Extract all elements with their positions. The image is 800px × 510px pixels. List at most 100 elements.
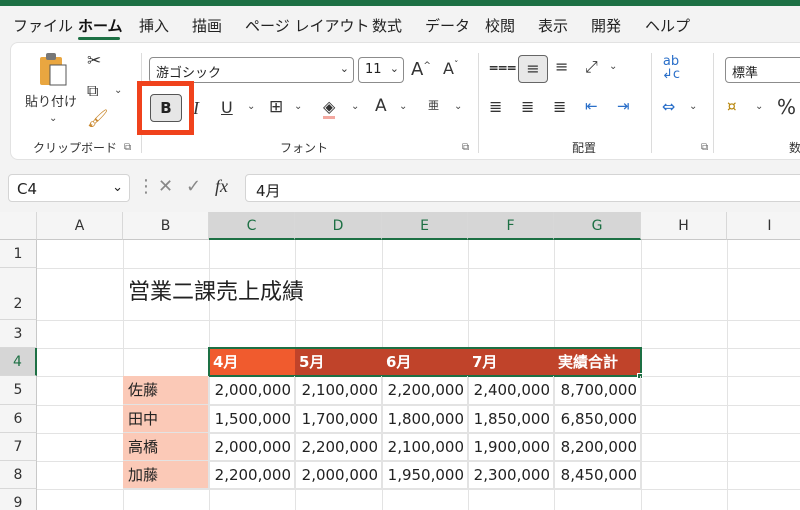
- value-cell[interactable]: 1,900,000: [468, 433, 554, 461]
- sheet-title-cell[interactable]: 営業二課売上成績: [128, 274, 304, 306]
- column-header[interactable]: G: [554, 212, 641, 240]
- name-cell[interactable]: 高橋: [123, 433, 209, 461]
- value-cell[interactable]: 2,000,000: [209, 433, 295, 461]
- row-header[interactable]: 6: [0, 405, 37, 433]
- column-header[interactable]: H: [641, 212, 727, 240]
- tab-page-layout[interactable]: ページ レイアウト: [245, 15, 369, 36]
- row-header[interactable]: 2: [0, 268, 37, 320]
- tab-draw[interactable]: 描画: [192, 15, 222, 36]
- tab-developer[interactable]: 開発: [591, 15, 621, 36]
- number-format-select[interactable]: 標準: [725, 57, 800, 83]
- formula-input[interactable]: 4月: [245, 174, 800, 202]
- value-cell[interactable]: 2,100,000: [382, 433, 468, 461]
- tab-file[interactable]: ファイル: [13, 15, 73, 36]
- column-header[interactable]: D: [295, 212, 382, 240]
- font-color-button[interactable]: A: [375, 96, 387, 116]
- chevron-down-icon[interactable]: ⌄: [755, 101, 763, 112]
- chevron-down-icon[interactable]: ⌄: [351, 101, 359, 112]
- wrap-text-icon[interactable]: ab ↲c: [662, 55, 680, 81]
- value-cell[interactable]: 1,950,000: [382, 461, 468, 489]
- row-header[interactable]: 5: [0, 376, 37, 405]
- chevron-down-icon[interactable]: ⌄: [399, 101, 407, 112]
- decrease-font-size-icon[interactable]: Aˇ: [443, 59, 458, 78]
- chevron-down-icon[interactable]: ⌄: [689, 101, 697, 112]
- cancel-icon[interactable]: ✕: [158, 176, 173, 197]
- value-cell[interactable]: 2,300,000: [468, 461, 554, 489]
- chevron-down-icon[interactable]: ⌄: [114, 85, 122, 96]
- row-header[interactable]: 9: [0, 489, 37, 510]
- font-size-select[interactable]: 11 ⌄: [358, 57, 404, 83]
- tab-review[interactable]: 校閲: [485, 15, 515, 36]
- value-cell[interactable]: 1,700,000: [295, 405, 382, 433]
- name-cell[interactable]: 加藤: [123, 461, 209, 489]
- chevron-down-icon[interactable]: ⌄: [49, 113, 57, 124]
- value-cell[interactable]: 6,850,000: [554, 405, 641, 433]
- chevron-down-icon[interactable]: ⌄: [112, 180, 123, 195]
- tab-help[interactable]: ヘルプ: [645, 15, 690, 36]
- row-header[interactable]: 4: [0, 348, 37, 376]
- tab-insert[interactable]: 挿入: [139, 15, 169, 36]
- paste-label[interactable]: 貼り付け: [25, 91, 77, 110]
- underline-button[interactable]: U: [221, 98, 233, 117]
- row-header[interactable]: 3: [0, 320, 37, 348]
- borders-icon[interactable]: ⊞: [269, 97, 283, 117]
- value-cell[interactable]: 8,700,000: [554, 376, 641, 405]
- increase-font-size-icon[interactable]: A^: [411, 59, 431, 80]
- tab-formulas[interactable]: 数式: [372, 15, 402, 36]
- chevron-down-icon[interactable]: ⌄: [609, 61, 617, 72]
- font-name-select[interactable]: 游ゴシック ⌄: [149, 57, 354, 83]
- insert-function-icon[interactable]: fx: [215, 176, 228, 197]
- dialog-launcher-icon[interactable]: ⧉: [701, 142, 708, 153]
- value-cell[interactable]: 2,200,000: [209, 461, 295, 489]
- column-header[interactable]: E: [382, 212, 468, 240]
- name-box[interactable]: C4 ⌄: [8, 174, 130, 202]
- tab-data[interactable]: データ: [425, 15, 470, 36]
- orientation-icon[interactable]: ⤢: [585, 57, 598, 77]
- dialog-launcher-icon[interactable]: ⧉: [124, 142, 131, 153]
- accounting-format-icon[interactable]: ¤: [727, 97, 737, 115]
- cut-icon[interactable]: ✂: [87, 51, 101, 71]
- row-header[interactable]: 8: [0, 461, 37, 489]
- select-all-corner[interactable]: [0, 212, 37, 240]
- value-cell[interactable]: 2,100,000: [295, 376, 382, 405]
- value-cell[interactable]: 8,450,000: [554, 461, 641, 489]
- tab-view[interactable]: 表示: [538, 15, 568, 36]
- copy-icon[interactable]: ⧉: [87, 81, 98, 101]
- value-cell[interactable]: 2,000,000: [209, 376, 295, 405]
- merge-center-icon[interactable]: ⇔: [662, 97, 675, 116]
- chevron-down-icon[interactable]: ⌄: [294, 101, 302, 112]
- format-painter-icon[interactable]: 🖌: [87, 109, 109, 129]
- dialog-launcher-icon[interactable]: ⧉: [462, 142, 469, 153]
- chevron-down-icon[interactable]: ⌄: [454, 101, 462, 112]
- row-header[interactable]: 1: [0, 240, 37, 268]
- value-cell[interactable]: 2,200,000: [295, 433, 382, 461]
- value-cell[interactable]: 2,000,000: [295, 461, 382, 489]
- align-left-icon[interactable]: ≣: [489, 97, 502, 116]
- value-cell[interactable]: 1,800,000: [382, 405, 468, 433]
- value-cell[interactable]: 1,500,000: [209, 405, 295, 433]
- align-middle-icon[interactable]: ≡: [518, 55, 548, 83]
- increase-indent-icon[interactable]: ⇥: [617, 97, 630, 115]
- phonetic-guide-button[interactable]: 亜: [428, 97, 439, 113]
- row-header[interactable]: 7: [0, 433, 37, 461]
- name-cell[interactable]: 田中: [123, 405, 209, 433]
- column-header[interactable]: B: [123, 212, 209, 240]
- enter-icon[interactable]: ✓: [186, 176, 201, 197]
- more-options-icon[interactable]: ⋮: [137, 176, 155, 197]
- column-header[interactable]: C: [209, 212, 295, 240]
- align-center-icon[interactable]: ≣: [521, 97, 534, 116]
- decrease-indent-icon[interactable]: ⇤: [585, 97, 598, 115]
- chevron-down-icon[interactable]: ⌄: [247, 101, 255, 112]
- value-cell[interactable]: 8,200,000: [554, 433, 641, 461]
- percent-style-icon[interactable]: %: [777, 95, 796, 119]
- tab-home[interactable]: ホーム: [78, 15, 123, 36]
- align-bottom-icon[interactable]: ≡: [555, 57, 568, 76]
- paste-button[interactable]: [37, 51, 69, 89]
- align-top-icon[interactable]: ⩶: [489, 57, 516, 77]
- name-cell[interactable]: 佐藤: [123, 376, 209, 405]
- column-header[interactable]: F: [468, 212, 554, 240]
- value-cell[interactable]: 1,850,000: [468, 405, 554, 433]
- value-cell[interactable]: 2,400,000: [468, 376, 554, 405]
- value-cell[interactable]: 2,200,000: [382, 376, 468, 405]
- column-header[interactable]: A: [37, 212, 123, 240]
